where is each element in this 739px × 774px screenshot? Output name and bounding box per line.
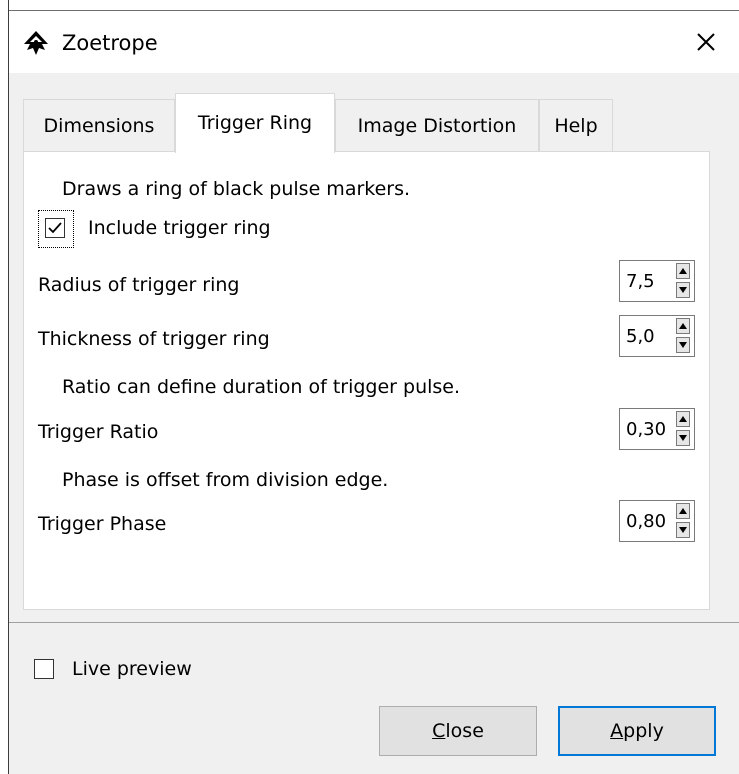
checkbox-box[interactable] xyxy=(34,659,54,679)
trigger-ring-panel: Draws a ring of black pulse markers. Inc… xyxy=(23,151,710,610)
triangle-down-icon xyxy=(679,342,687,348)
tab-image-distortion[interactable]: Image Distortion xyxy=(335,99,539,151)
live-preview-checkbox[interactable]: Live preview xyxy=(34,655,254,687)
thickness-label: Thickness of trigger ring xyxy=(38,328,270,350)
trigger-ratio-increment-button[interactable] xyxy=(676,411,690,427)
tab-label: Dimensions xyxy=(43,115,155,137)
tab-trigger-ring[interactable]: Trigger Ring xyxy=(175,93,335,153)
triangle-up-icon xyxy=(679,416,687,422)
checkmark-icon xyxy=(48,222,62,234)
triangle-up-icon xyxy=(679,323,687,329)
checkbox-box[interactable] xyxy=(45,218,65,238)
radius-spinbox[interactable]: 7,5 xyxy=(619,260,695,302)
ratio-note: Ratio can define duration of trigger pul… xyxy=(62,376,461,398)
thickness-spinbox[interactable]: 5,0 xyxy=(619,315,695,357)
triangle-down-icon xyxy=(679,435,687,441)
apply-mnemonic: A xyxy=(610,720,624,742)
triangle-down-icon xyxy=(679,287,687,293)
triangle-down-icon xyxy=(679,527,687,533)
title-bar: Zoetrope xyxy=(9,11,739,73)
background-window-edge xyxy=(0,0,9,774)
trigger-phase-increment-button[interactable] xyxy=(676,503,690,519)
footer-divider xyxy=(9,622,739,623)
tab-help[interactable]: Help xyxy=(539,99,613,151)
close-label: lose xyxy=(445,720,484,742)
trigger-phase-value[interactable]: 0,80 xyxy=(626,510,666,534)
live-preview-label: Live preview xyxy=(72,658,192,680)
thickness-increment-button[interactable] xyxy=(676,318,690,334)
radius-value[interactable]: 7,5 xyxy=(626,270,655,294)
trigger-phase-decrement-button[interactable] xyxy=(676,522,690,538)
close-icon[interactable] xyxy=(691,27,721,57)
close-button[interactable]: Close xyxy=(379,706,537,756)
background-window-strip xyxy=(0,0,739,11)
tab-label: Image Distortion xyxy=(357,115,517,137)
include-trigger-ring-label: Include trigger ring xyxy=(88,217,271,239)
include-trigger-ring-checkbox[interactable]: Include trigger ring xyxy=(38,210,298,248)
trigger-ratio-value[interactable]: 0,30 xyxy=(626,418,666,442)
thickness-value[interactable]: 5,0 xyxy=(626,325,655,349)
apply-label: pply xyxy=(623,720,664,742)
close-mnemonic: C xyxy=(432,720,446,742)
thickness-decrement-button[interactable] xyxy=(676,337,690,353)
tab-label: Help xyxy=(554,115,598,137)
radius-decrement-button[interactable] xyxy=(676,282,690,298)
triangle-up-icon xyxy=(679,268,687,274)
trigger-ratio-spinbox[interactable]: 0,30 xyxy=(619,408,695,450)
triangle-up-icon xyxy=(679,508,687,514)
trigger-ratio-label: Trigger Ratio xyxy=(38,421,159,443)
radius-label: Radius of trigger ring xyxy=(38,274,240,296)
intro-text: Draws a ring of black pulse markers. xyxy=(62,178,411,200)
phase-note: Phase is offset from division edge. xyxy=(62,469,389,491)
zoetrope-dialog: Zoetrope Dimensions Trigger Ring Image D… xyxy=(9,11,739,774)
apply-button[interactable]: Apply xyxy=(558,706,716,756)
trigger-phase-spinbox[interactable]: 0,80 xyxy=(619,500,695,542)
tab-dimensions[interactable]: Dimensions xyxy=(23,99,175,151)
tab-label: Trigger Ring xyxy=(197,112,313,134)
window-title: Zoetrope xyxy=(62,31,158,55)
trigger-phase-label: Trigger Phase xyxy=(38,513,167,535)
radius-increment-button[interactable] xyxy=(676,263,690,279)
inkscape-logo-icon xyxy=(24,31,48,55)
trigger-ratio-decrement-button[interactable] xyxy=(676,430,690,446)
